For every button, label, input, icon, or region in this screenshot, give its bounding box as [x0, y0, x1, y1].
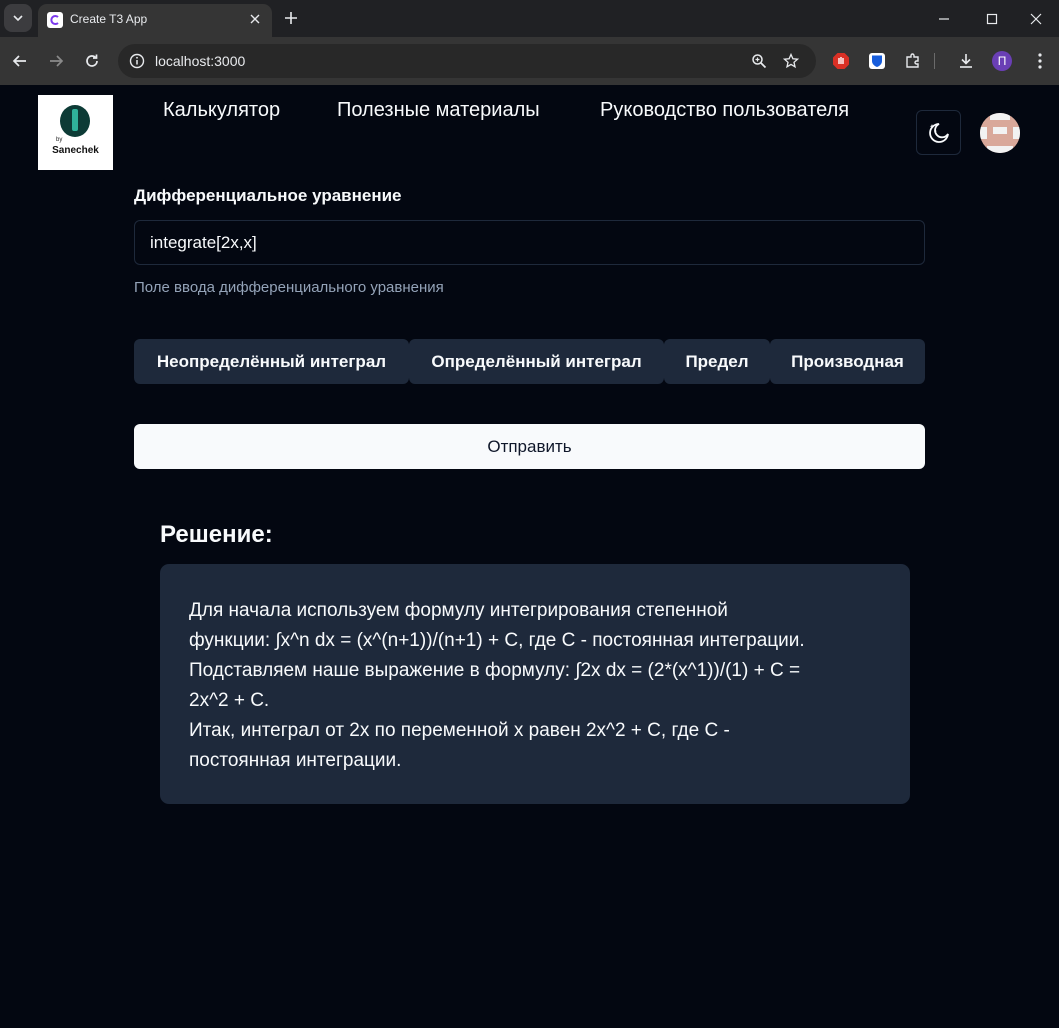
back-arrow-icon[interactable] — [6, 47, 34, 75]
new-tab-plus-icon[interactable] — [279, 6, 303, 30]
avatar-pixel — [987, 146, 1013, 153]
theme-toggle-button[interactable] — [916, 110, 961, 155]
reload-icon[interactable] — [78, 47, 106, 75]
chevron-down-icon — [13, 15, 23, 22]
zoom-icon[interactable] — [748, 50, 770, 72]
equation-input[interactable] — [134, 220, 925, 265]
solution-card: Для начала используем формулу интегриров… — [160, 564, 910, 804]
solution-heading: Решение: — [160, 521, 273, 548]
browser-tabstrip: Create T3 App — [0, 0, 1059, 37]
avatar-pixel — [980, 127, 987, 139]
moon-stars-icon — [928, 122, 949, 143]
solution-line: постоянная интеграции. — [189, 750, 402, 771]
mode-definite-integral-button[interactable]: Определённый интеграл — [409, 339, 664, 384]
solution-line: 2x^2 + C. — [189, 690, 270, 711]
profile-avatar[interactable]: П — [992, 51, 1012, 71]
avatar-pixel — [1013, 127, 1020, 139]
adblock-extension-icon[interactable] — [830, 50, 852, 72]
equation-field-label: Дифференциальное уравнение — [134, 186, 402, 205]
nav-link-user-guide[interactable]: Руководство пользователя — [600, 99, 849, 122]
tab-close-icon[interactable] — [246, 10, 264, 28]
mode-limit-button[interactable]: Предел — [664, 339, 770, 384]
bitwarden-extension-icon[interactable] — [866, 50, 888, 72]
mode-derivative-button[interactable]: Производная — [770, 339, 925, 384]
logo-emblem-icon — [60, 105, 90, 137]
logo-text: Sanechek — [52, 145, 99, 156]
site-info-icon[interactable] — [126, 50, 148, 72]
t3-favicon-icon — [47, 12, 63, 28]
minimize-icon[interactable] — [921, 0, 967, 37]
site-logo[interactable]: by Sanechek — [38, 95, 113, 170]
address-url: localhost:3000 — [155, 53, 246, 69]
equation-field-description: Поле ввода дифференциального уравнения — [134, 279, 444, 296]
toolbar-divider — [933, 50, 935, 72]
browser-toolbar: localhost:3000 П — [0, 37, 1059, 85]
browser-tab[interactable]: Create T3 App — [38, 4, 272, 37]
logo-by-text: by — [56, 137, 63, 143]
avatar-pixel — [990, 113, 1010, 120]
nav-link-calculator[interactable]: Калькулятор — [163, 99, 280, 122]
address-bar[interactable]: localhost:3000 — [118, 44, 816, 78]
solution-line: Подставляем наше выражение в формулу: ∫2… — [189, 660, 801, 681]
solution-line: Для начала используем формулу интегриров… — [189, 600, 728, 621]
submit-button[interactable]: Отправить — [134, 424, 925, 469]
avatar-pixel — [993, 127, 1007, 134]
tab-title: Create T3 App — [70, 12, 148, 26]
forward-arrow-icon[interactable] — [42, 47, 70, 75]
bookmark-star-icon[interactable] — [780, 50, 802, 72]
mode-indefinite-integral-button[interactable]: Неопределённый интеграл — [134, 339, 409, 384]
extensions-puzzle-icon[interactable] — [902, 50, 924, 72]
solution-line: функции: ∫x^n dx = (x^(n+1))/(n+1) + C, … — [189, 630, 805, 651]
maximize-icon[interactable] — [969, 0, 1015, 37]
tab-search-button[interactable] — [4, 4, 32, 32]
browser-menu-icon[interactable] — [1029, 50, 1051, 72]
downloads-icon[interactable] — [955, 50, 977, 72]
nav-link-materials[interactable]: Полезные материалы — [337, 99, 540, 122]
window-close-icon[interactable] — [1013, 0, 1059, 37]
user-avatar[interactable] — [980, 113, 1020, 153]
solution-line: Итак, интеграл от 2x по переменной x рав… — [189, 720, 730, 741]
